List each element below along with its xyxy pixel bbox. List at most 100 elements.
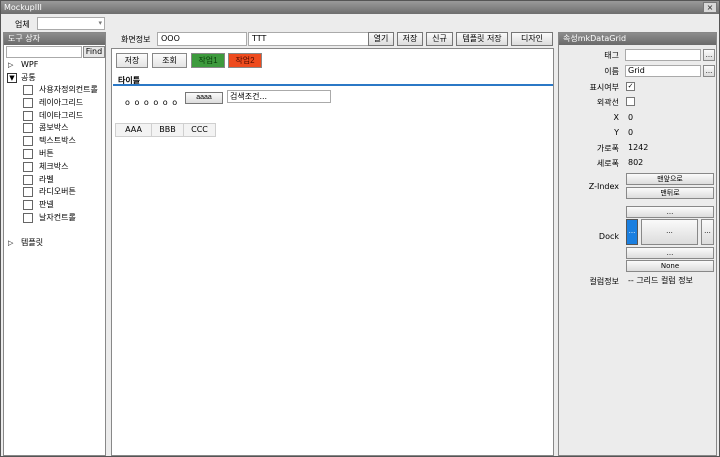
- new-button[interactable]: 신규: [426, 32, 453, 46]
- dock-fill-button[interactable]: ...: [641, 219, 698, 245]
- item-checkbox[interactable]: [23, 174, 33, 185]
- tree-item[interactable]: 레이아그리드: [4, 97, 105, 110]
- item-checkbox[interactable]: [23, 110, 33, 121]
- main-window: MockupIII × 업체 ▾ 도구 상자 Find ▷ WPF ▼ 공통 사…: [0, 0, 720, 457]
- send-to-back-button[interactable]: 맨뒤로: [626, 187, 714, 199]
- column-info-value[interactable]: -- 그리드 컬럼 정보: [625, 275, 715, 287]
- tree-group-common[interactable]: ▼ 공통: [4, 72, 105, 85]
- item-checkbox[interactable]: [23, 212, 33, 223]
- save-button[interactable]: 저장: [397, 32, 423, 46]
- x-value[interactable]: 0: [625, 112, 715, 124]
- tree-item[interactable]: 데이타그리드: [4, 110, 105, 123]
- tree-item-label: 사용자정의컨트롤: [39, 85, 98, 94]
- find-row: Find: [4, 46, 105, 59]
- width-label: 가로폭: [596, 144, 619, 153]
- item-checkbox[interactable]: [23, 161, 33, 172]
- item-checkbox[interactable]: [23, 85, 33, 95]
- dock-none-button[interactable]: None: [626, 260, 714, 272]
- tree-item-label: 레이아그리드: [39, 97, 84, 107]
- item-checkbox[interactable]: [23, 123, 33, 134]
- grid-column-header[interactable]: CCC: [183, 123, 216, 137]
- screen-info-field-1[interactable]: OOO: [157, 32, 247, 46]
- tag-browse-button[interactable]: ...: [703, 49, 715, 61]
- tree-item[interactable]: 텍스트박스: [4, 135, 105, 148]
- tree-item[interactable]: 날자컨트롤: [4, 212, 105, 225]
- grid-column-header[interactable]: AAA: [115, 123, 152, 137]
- search-condition-input[interactable]: 검색조건...: [227, 90, 331, 103]
- title-bar: MockupIII ×: [1, 1, 719, 14]
- save-template-button[interactable]: 템플릿 저장: [456, 32, 508, 46]
- width-value[interactable]: 1242: [625, 142, 715, 154]
- properties-header: 속성mkDataGrid: [559, 33, 716, 45]
- tree-item[interactable]: 라벨: [4, 174, 105, 187]
- dock-left-button[interactable]: ...: [626, 219, 638, 245]
- screen-info-label: 화면정보: [121, 35, 151, 44]
- dock-bottom-button[interactable]: ...: [626, 247, 714, 259]
- tree-group-template[interactable]: ▷ 템플릿: [4, 237, 105, 250]
- design-canvas: 저장 조회 작업1 작업2 타이틀 o o o o o o aaaa 검색조건.…: [111, 48, 554, 456]
- tree-item-label: 날자컨트롤: [39, 212, 76, 222]
- name-browse-button[interactable]: ...: [703, 65, 715, 77]
- height-value[interactable]: 802: [625, 157, 715, 169]
- tree-item[interactable]: 콤보박스: [4, 122, 105, 135]
- height-label: 세로폭: [596, 159, 619, 168]
- design-button[interactable]: 디자인: [511, 32, 553, 46]
- company-row: 업체 ▾: [1, 15, 106, 32]
- section-divider: [113, 84, 553, 86]
- dock-label: Dock: [598, 232, 619, 241]
- name-field[interactable]: Grid: [625, 65, 701, 77]
- work2-button[interactable]: 작업2: [228, 53, 262, 68]
- tree-item-label: 버튼: [39, 148, 54, 158]
- visible-checkbox[interactable]: ✓: [626, 82, 635, 91]
- tree-item[interactable]: 버튼: [4, 148, 105, 161]
- item-checkbox[interactable]: [23, 97, 33, 108]
- tree-item[interactable]: 판넬: [4, 199, 105, 212]
- tag-label: 태그: [604, 51, 619, 60]
- expand-icon: ▷: [8, 61, 14, 69]
- y-label: Y: [614, 128, 619, 137]
- company-label: 업체: [15, 20, 30, 29]
- border-label: 외곽선: [596, 98, 619, 107]
- tree-group-label: 템플릿: [21, 237, 44, 247]
- design-query-button[interactable]: 조회: [152, 53, 187, 68]
- find-button[interactable]: Find: [83, 46, 105, 58]
- work1-button[interactable]: 작업1: [191, 53, 225, 68]
- tree-item[interactable]: 사용자정의컨트롤: [4, 84, 105, 97]
- chevron-down-icon: ▾: [98, 19, 102, 27]
- properties-panel: 속성mkDataGrid 태그 ... 이름 Grid ... 표시여부 ✓ 외…: [558, 32, 717, 456]
- expand-icon: ▷: [8, 238, 14, 247]
- grid-header: AAA BBB CCC: [115, 123, 216, 137]
- border-checkbox[interactable]: [626, 97, 635, 106]
- item-checkbox[interactable]: [23, 187, 33, 198]
- aaaa-button[interactable]: aaaa: [185, 92, 223, 104]
- tree-item-label: 라디오버튼: [39, 187, 76, 197]
- tree-item-label: 텍스트박스: [39, 136, 76, 146]
- open-button[interactable]: 열기: [368, 32, 394, 46]
- window-title: MockupIII: [4, 3, 42, 12]
- dock-top-button[interactable]: ...: [626, 206, 714, 218]
- dots-label: o o o o o o: [125, 98, 179, 107]
- toolbox-panel: 도구 상자 Find ▷ WPF ▼ 공통 사용자정의컨트롤 레이아그리드 데이…: [3, 32, 106, 456]
- tree-item[interactable]: 라디오버튼: [4, 186, 105, 199]
- name-label: 이름: [604, 67, 619, 76]
- y-value[interactable]: 0: [625, 127, 715, 139]
- find-input[interactable]: [6, 46, 82, 58]
- screen-info-field-2[interactable]: TTT: [248, 32, 370, 46]
- company-combo[interactable]: ▾: [37, 17, 105, 30]
- tree-item-label: 판넬: [39, 200, 54, 210]
- item-checkbox[interactable]: [23, 148, 33, 159]
- grid-column-header[interactable]: BBB: [151, 123, 184, 137]
- bring-to-front-button[interactable]: 맨앞으로: [626, 173, 714, 185]
- tree-item[interactable]: 체크박스: [4, 161, 105, 174]
- item-checkbox[interactable]: [23, 136, 33, 147]
- tree-item-label: 데이타그리드: [39, 110, 84, 120]
- tree-group-wpf[interactable]: ▷ WPF: [4, 59, 105, 72]
- dock-right-button[interactable]: ...: [701, 219, 714, 245]
- tree-item-label: 콤보박스: [39, 123, 69, 133]
- tree-group-label: 공통: [21, 72, 36, 82]
- close-button[interactable]: ×: [703, 2, 717, 13]
- item-checkbox[interactable]: [23, 200, 33, 211]
- tag-field[interactable]: [625, 49, 701, 61]
- design-save-button[interactable]: 저장: [116, 53, 148, 68]
